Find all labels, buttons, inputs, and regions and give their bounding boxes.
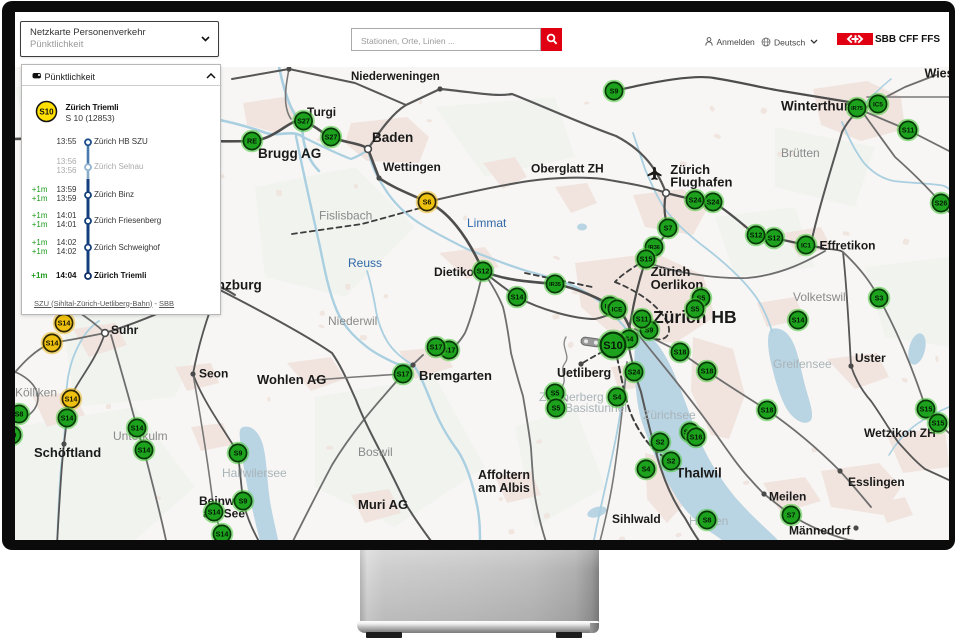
svg-text:Muri AG: Muri AG [358, 497, 408, 512]
svg-text:Affoltern: Affoltern [478, 468, 530, 482]
svg-text:IR75: IR75 [851, 106, 863, 112]
svg-text:S14: S14 [131, 424, 144, 433]
svg-text:am Albis: am Albis [478, 481, 530, 495]
svg-text:S6: S6 [423, 198, 432, 207]
svg-text:S14: S14 [58, 319, 71, 328]
svg-text:S12: S12 [750, 231, 763, 240]
svg-text:S18: S18 [761, 406, 774, 415]
svg-text:S12: S12 [477, 267, 490, 276]
svg-text:S4: S4 [613, 393, 622, 402]
svg-text:S2: S2 [667, 457, 676, 466]
svg-text:S14: S14 [216, 530, 229, 539]
svg-text:S5: S5 [691, 305, 700, 314]
svg-text:IR35: IR35 [549, 282, 561, 288]
svg-text:S9: S9 [15, 431, 16, 440]
svg-text:Wohlen AG: Wohlen AG [257, 372, 326, 387]
svg-text:Niederwil: Niederwil [328, 314, 377, 328]
svg-text:S15: S15 [640, 255, 653, 264]
svg-text:S8: S8 [703, 516, 712, 525]
svg-text:S17: S17 [397, 370, 410, 379]
svg-text:Zürichsee: Zürichsee [643, 408, 696, 422]
svg-text:S14: S14 [511, 293, 524, 302]
svg-text:RE: RE [247, 137, 257, 146]
svg-text:S27: S27 [297, 117, 310, 126]
svg-text:S18: S18 [701, 367, 714, 376]
svg-text:Uster: Uster [855, 351, 886, 365]
svg-text:Hallwilersee: Hallwilersee [222, 466, 287, 480]
svg-text:S7: S7 [787, 511, 796, 520]
svg-text:S11: S11 [902, 126, 914, 135]
svg-text:Limmat: Limmat [467, 216, 507, 230]
svg-text:Reuss: Reuss [348, 256, 382, 270]
svg-text:S4: S4 [642, 465, 651, 474]
svg-text:S14: S14 [65, 395, 78, 404]
svg-text:IC1: IC1 [801, 242, 811, 249]
svg-text:Greifensee: Greifensee [773, 357, 832, 371]
svg-text:S18: S18 [674, 348, 687, 357]
svg-text:S17: S17 [430, 343, 443, 352]
svg-text:Männedorf: Männedorf [789, 524, 851, 538]
svg-text:S14: S14 [46, 339, 59, 348]
svg-text:Wetzikon ZH: Wetzikon ZH [864, 426, 936, 440]
svg-text:Thalwil: Thalwil [676, 466, 722, 481]
svg-text:Boswil: Boswil [358, 445, 393, 459]
svg-text:S10: S10 [603, 340, 623, 352]
svg-text:Suhr: Suhr [111, 323, 139, 337]
svg-text:S16: S16 [690, 433, 703, 442]
svg-text:Brütten: Brütten [781, 146, 820, 160]
svg-text:S9: S9 [239, 497, 248, 506]
svg-text:S24: S24 [628, 368, 641, 377]
svg-text:Wettingen: Wettingen [383, 160, 441, 174]
svg-text:Seon: Seon [199, 367, 228, 381]
svg-text:Fislisbach: Fislisbach [319, 209, 372, 223]
svg-text:S7: S7 [664, 224, 673, 233]
svg-text:S9: S9 [610, 87, 619, 96]
svg-text:Bremgarten: Bremgarten [419, 368, 492, 383]
svg-text:S2: S2 [656, 438, 665, 447]
svg-text:S3: S3 [875, 294, 884, 303]
svg-text:Winterthur: Winterthur [781, 99, 850, 114]
svg-text:IC5: IC5 [873, 101, 883, 108]
svg-text:S26: S26 [935, 199, 948, 208]
svg-text:S14: S14 [208, 508, 221, 517]
svg-text:Brugg AG: Brugg AG [258, 146, 321, 161]
svg-text:S15: S15 [920, 405, 933, 414]
svg-text:S10: S10 [39, 107, 54, 116]
svg-text:S8: S8 [15, 410, 23, 419]
svg-text:S14: S14 [61, 414, 74, 423]
svg-text:Sihlwald: Sihlwald [612, 512, 661, 526]
svg-text:Uetliberg: Uetliberg [557, 366, 611, 380]
svg-text:S27: S27 [325, 133, 338, 142]
svg-text:S5: S5 [551, 389, 560, 398]
svg-text:S24: S24 [689, 196, 702, 205]
svg-text:Volketswil: Volketswil [793, 290, 846, 304]
svg-text:S14: S14 [792, 316, 805, 325]
svg-text:Baden: Baden [372, 130, 413, 145]
svg-text:Niederweningen: Niederweningen [351, 71, 440, 83]
svg-text:ICE: ICE [612, 306, 623, 313]
svg-text:S11: S11 [636, 315, 648, 324]
svg-text:Meilen: Meilen [769, 490, 806, 504]
svg-text:Wies: Wies [925, 67, 950, 81]
svg-text:Oberglatt ZH: Oberglatt ZH [531, 162, 604, 176]
svg-text:Flughafen: Flughafen [670, 175, 732, 190]
svg-text:S14: S14 [138, 446, 151, 455]
svg-text:S9: S9 [234, 449, 243, 458]
svg-text:S15: S15 [932, 419, 945, 428]
svg-text:Schöftland: Schöftland [34, 445, 101, 460]
svg-text:Kölliken: Kölliken [15, 386, 57, 400]
svg-text:S12: S12 [768, 234, 781, 243]
svg-text:S5: S5 [552, 404, 561, 413]
svg-text:Effretikon: Effretikon [820, 239, 876, 253]
svg-text:Esslingen: Esslingen [848, 475, 905, 489]
svg-text:S24: S24 [707, 198, 720, 207]
